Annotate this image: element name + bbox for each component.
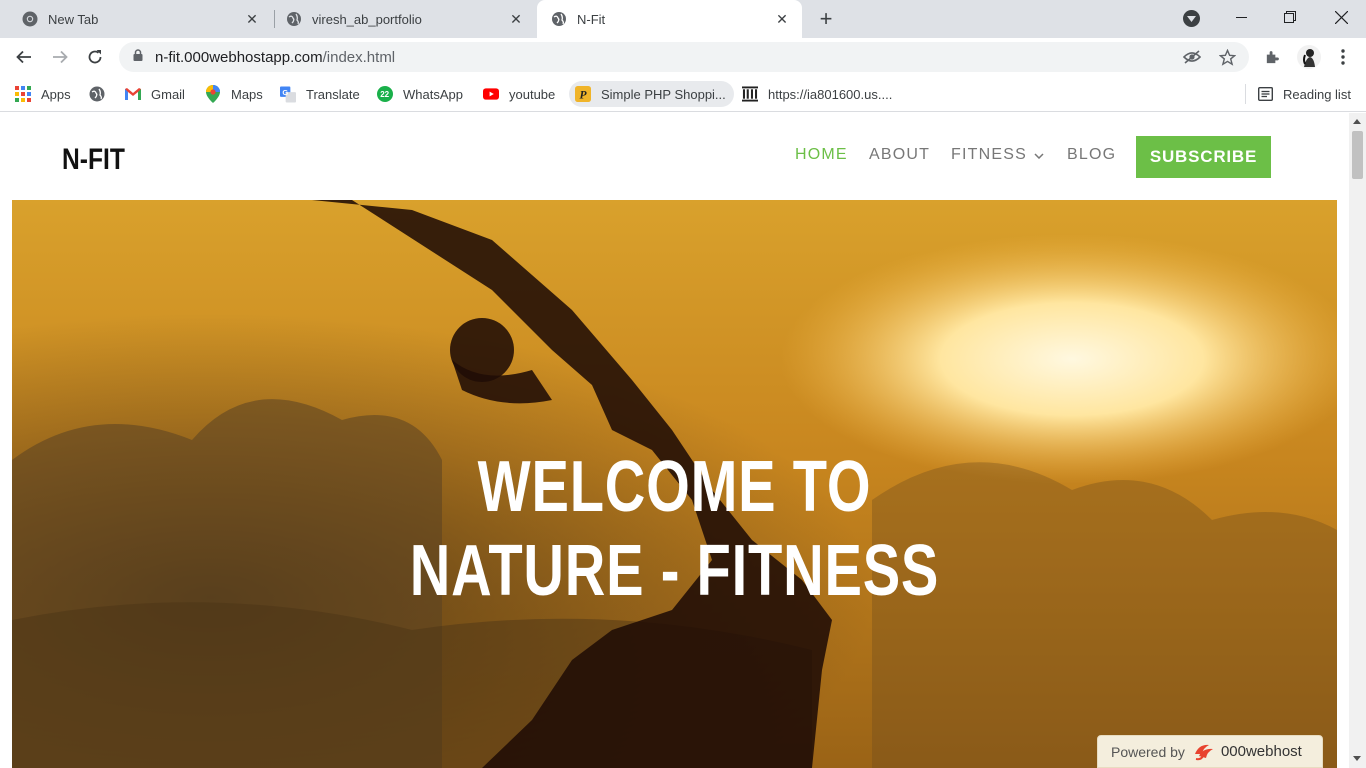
reading-list-label: Reading list [1283,86,1351,102]
bookmark-youtube[interactable]: youtube [483,81,555,107]
url-path: /index.html [322,48,396,66]
tab-viresh-portfolio[interactable]: viresh_ab_portfolio ✕ [264,0,536,38]
hero-section: WELCOME TO NATURE - FITNESS [12,200,1337,768]
chevron-down-icon [1034,146,1044,164]
globe-icon [286,11,302,27]
youtube-icon [483,86,499,102]
nav-home[interactable]: HOME [795,146,848,164]
reading-list-icon [1257,86,1273,102]
hero-line-1: WELCOME TO [477,447,872,527]
reading-list-button[interactable]: Reading list [1257,81,1351,107]
restore-icon[interactable] [1267,0,1313,34]
forward-arrow-icon[interactable] [46,43,74,71]
tab-strip: New Tab ✕ viresh_ab_portfolio ✕ N-Fit ✕ … [0,0,1366,38]
page-viewport: N-FIT HOME ABOUT FITNESS BLOG SUBSCRIBE [0,113,1366,768]
close-tab-icon[interactable]: ✕ [772,9,792,29]
globe-icon [551,11,567,27]
bookmark-label: Gmail [151,86,185,102]
bookmark-star-icon[interactable] [1213,42,1241,72]
close-tab-icon[interactable]: ✕ [506,9,526,29]
whatsapp-badge: 22 [380,90,389,99]
subscribe-button[interactable]: SUBSCRIBE [1136,136,1271,178]
bookmarks-bar: Apps Gmail Maps G Translate 22 WhatsApp … [0,76,1366,112]
bookmark-globe[interactable] [89,81,115,107]
bookmark-label: youtube [509,86,556,102]
reload-icon[interactable] [81,43,109,71]
chrome-icon [22,11,38,27]
nav-blog[interactable]: BLOG [1067,146,1116,164]
bookmark-label: Translate [306,86,360,102]
webhost-brand-name: 000webhost [1220,743,1302,760]
bookmark-php-shopping[interactable]: P Simple PHP Shoppi... [569,81,734,107]
site-header: N-FIT HOME ABOUT FITNESS BLOG SUBSCRIBE [12,113,1337,200]
whatsapp-icon: 22 [377,86,393,102]
new-tab-button[interactable]: + [812,5,840,33]
apps-grid-icon [15,86,31,102]
scrollbar-thumb[interactable] [1352,131,1363,179]
scroll-down-arrow-icon[interactable] [1353,756,1361,761]
back-arrow-icon[interactable] [10,43,38,71]
bookmark-label: WhatsApp [403,86,463,102]
bookmark-translate[interactable]: G Translate [280,81,360,107]
nav-about[interactable]: ABOUT [869,146,930,164]
webhost-brand: 000webhost [1193,742,1302,762]
bookmark-apps[interactable]: Apps [15,81,71,107]
maps-pin-icon [205,85,221,103]
profile-avatar[interactable] [1295,43,1323,71]
url-host: n-fit.000webhostapp.com [155,48,323,66]
tab-title: viresh_ab_portfolio [312,11,422,27]
bookmark-separator [1245,84,1246,104]
n-fit-page: N-FIT HOME ABOUT FITNESS BLOG SUBSCRIBE [12,113,1337,768]
minimize-icon[interactable] [1218,0,1264,34]
tab-n-fit[interactable]: N-Fit ✕ [537,0,802,38]
gmail-icon [125,86,141,102]
php-icon: P [575,86,591,102]
bookmark-archive[interactable]: https://ia801600.us.... [742,81,892,107]
menu-kebab-icon[interactable] [1329,43,1357,71]
lock-icon[interactable] [133,48,143,66]
bookmark-gmail[interactable]: Gmail [125,81,185,107]
browser-toolbar: n-fit.000webhostapp.com/index.html [0,38,1366,76]
translate-icon: G [280,86,296,102]
close-tab-icon[interactable]: ✕ [242,9,262,29]
bookmark-label: Maps [231,86,263,102]
bookmark-label: Simple PHP Shoppi... [601,86,726,102]
bookmark-label: https://ia801600.us.... [768,86,893,102]
powered-by-label: Powered by [1111,743,1185,760]
address-bar[interactable]: n-fit.000webhostapp.com/index.html [119,42,1249,72]
tab-title: New Tab [48,11,99,27]
powered-by-badge[interactable]: Powered by 000webhost [1097,735,1323,768]
svg-text:P: P [579,89,587,101]
tab-new-tab[interactable]: New Tab ✕ [0,0,272,38]
webhost-logo-icon [1194,744,1213,760]
tab-title: N-Fit [577,11,606,27]
hero-heading: WELCOME TO NATURE - FITNESS [158,445,1192,613]
bookmark-maps[interactable]: Maps [205,81,263,107]
eye-off-icon[interactable] [1178,42,1206,72]
vertical-scrollbar[interactable] [1349,113,1366,768]
tab-search-icon[interactable] [1183,10,1200,27]
nav-fitness[interactable]: FITNESS [951,146,1044,164]
svg-text:G: G [282,87,288,96]
archive-icon [742,86,758,102]
scroll-up-arrow-icon[interactable] [1353,119,1361,124]
site-logo[interactable]: N-FIT [62,143,125,177]
extensions-puzzle-icon[interactable] [1258,43,1286,71]
url-text: n-fit.000webhostapp.com/index.html [155,49,395,66]
nav-fitness-label: FITNESS [951,146,1027,163]
bookmark-label: Apps [41,86,71,102]
bookmark-whatsapp[interactable]: 22 WhatsApp [377,81,463,107]
hero-line-2: NATURE - FITNESS [409,531,940,611]
globe-icon [89,86,105,102]
close-window-icon[interactable] [1318,0,1364,34]
